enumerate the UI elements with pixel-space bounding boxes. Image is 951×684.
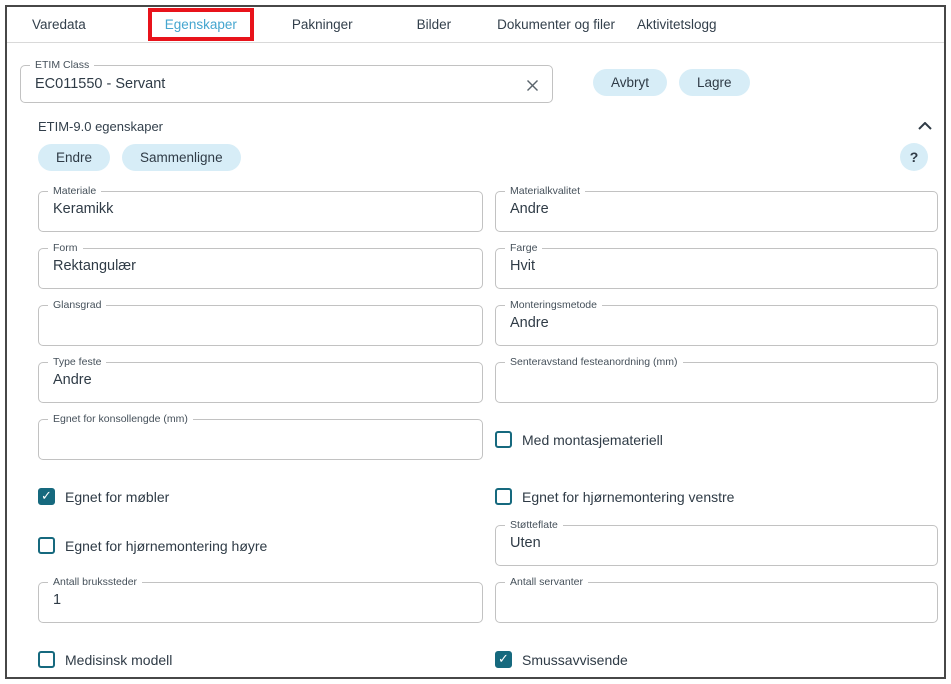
chevron-up-icon[interactable]	[916, 119, 934, 133]
field-label: Senteravstand festeanordning (mm)	[505, 356, 683, 369]
form-row: Materiale Keramikk Materialkvalitet Andr…	[38, 191, 938, 232]
checkbox-icon	[495, 651, 512, 668]
form-row: Egnet for konsollengde (mm) Med montasje…	[38, 419, 938, 460]
field-label: Materialkvalitet	[505, 185, 585, 198]
checkbox-icon	[495, 431, 512, 448]
senteravstand-field[interactable]: Senteravstand festeanordning (mm)	[495, 362, 938, 403]
checkbox-medisinsk-modell[interactable]: Medisinsk modell	[38, 639, 483, 679]
materialkvalitet-field[interactable]: Materialkvalitet Andre	[495, 191, 938, 232]
section-title: ETIM-9.0 egenskaper	[38, 119, 163, 134]
top-actions: Avbryt Lagre	[593, 69, 750, 96]
tab-bilder[interactable]: Bilder	[417, 17, 452, 32]
farge-field[interactable]: Farge Hvit	[495, 248, 938, 289]
field-value: Andre	[510, 315, 549, 331]
checkbox-icon	[38, 488, 55, 505]
form-row: Egnet for hjørnemontering høyre Støttefl…	[38, 525, 938, 566]
materiale-field[interactable]: Materiale Keramikk	[38, 191, 483, 232]
field-label: Glansgrad	[48, 299, 106, 312]
etim-properties-form: Materiale Keramikk Materialkvalitet Andr…	[38, 191, 938, 679]
etim-class-label: ETIM Class	[30, 59, 94, 72]
checkbox-egnet-for-mobler[interactable]: Egnet for møbler	[38, 476, 483, 517]
app-window: Varedata Egenskaper Pakninger Bilder Dok…	[5, 5, 946, 679]
save-button[interactable]: Lagre	[679, 69, 750, 96]
form-row: Glansgrad Monteringsmetode Andre	[38, 305, 938, 346]
screenshot-frame: Varedata Egenskaper Pakninger Bilder Dok…	[0, 0, 951, 684]
compare-button[interactable]: Sammenligne	[122, 144, 241, 171]
tab-dokumenter-og-filer[interactable]: Dokumenter og filer	[497, 17, 615, 32]
antall-brukssteder-field[interactable]: Antall brukssteder 1	[38, 582, 483, 623]
checkbox-label: Egnet for hjørnemontering venstre	[522, 489, 734, 505]
annotation-box: Egenskaper	[148, 8, 254, 41]
form-row: Medisinsk modell Smussavvisende	[38, 639, 938, 679]
help-button[interactable]: ?	[900, 143, 928, 171]
antall-servanter-field[interactable]: Antall servanter	[495, 582, 938, 623]
checkbox-hjornemontering-venstre[interactable]: Egnet for hjørnemontering venstre	[495, 476, 938, 517]
field-value: Uten	[510, 535, 541, 551]
tab-pakninger[interactable]: Pakninger	[292, 17, 353, 32]
field-value: 1	[53, 592, 61, 608]
checkbox-label: Med montasjemateriell	[522, 432, 663, 448]
field-value: Hvit	[510, 258, 535, 274]
checkbox-icon	[495, 488, 512, 505]
field-label: Form	[48, 242, 83, 255]
tab-bar: Varedata Egenskaper Pakninger Bilder Dok…	[7, 7, 944, 43]
form-field[interactable]: Form Rektangulær	[38, 248, 483, 289]
field-value: Andre	[53, 372, 92, 388]
form-row: Form Rektangulær Farge Hvit	[38, 248, 938, 289]
checkbox-icon	[38, 651, 55, 668]
stotteflate-field[interactable]: Støtteflate Uten	[495, 525, 938, 566]
field-label: Type feste	[48, 356, 106, 369]
edit-button[interactable]: Endre	[38, 144, 110, 171]
field-label: Monteringsmetode	[505, 299, 602, 312]
monteringsmetode-field[interactable]: Monteringsmetode Andre	[495, 305, 938, 346]
field-label: Farge	[505, 242, 542, 255]
field-value: Keramikk	[53, 201, 113, 217]
cancel-button[interactable]: Avbryt	[593, 69, 667, 96]
field-label: Materiale	[48, 185, 101, 198]
type-feste-field[interactable]: Type feste Andre	[38, 362, 483, 403]
tab-egenskaper[interactable]: Egenskaper	[165, 17, 237, 32]
checkbox-smussavvisende[interactable]: Smussavvisende	[495, 639, 938, 679]
form-row: Antall brukssteder 1 Antall servanter	[38, 582, 938, 623]
checkbox-label: Egnet for hjørnemontering høyre	[65, 538, 267, 554]
field-value: Rektangulær	[53, 258, 136, 274]
form-row: Egnet for møbler Egnet for hjørnemonteri…	[38, 476, 938, 517]
checkbox-label: Smussavvisende	[522, 652, 628, 668]
field-label: Støtteflate	[505, 519, 563, 532]
konsollengde-field[interactable]: Egnet for konsollengde (mm)	[38, 419, 483, 460]
form-row: Type feste Andre Senteravstand festeanor…	[38, 362, 938, 403]
clear-icon[interactable]	[524, 77, 540, 93]
field-value: Andre	[510, 201, 549, 217]
checkbox-med-montasjemateriell[interactable]: Med montasjemateriell	[495, 419, 938, 460]
field-label: Egnet for konsollengde (mm)	[48, 413, 193, 426]
tab-aktivitetslogg[interactable]: Aktivitetslogg	[637, 17, 717, 32]
glansgrad-field[interactable]: Glansgrad	[38, 305, 483, 346]
checkbox-icon	[38, 537, 55, 554]
tab-varedata[interactable]: Varedata	[32, 17, 86, 32]
field-label: Antall brukssteder	[48, 576, 142, 589]
checkbox-hjornemontering-hoyre[interactable]: Egnet for hjørnemontering høyre	[38, 525, 483, 566]
checkbox-label: Egnet for møbler	[65, 489, 169, 505]
etim-class-field[interactable]: ETIM Class EC011550 - Servant	[20, 65, 553, 103]
etim-class-value: EC011550 - Servant	[35, 76, 165, 92]
section-actions: Endre Sammenligne	[38, 144, 241, 171]
checkbox-label: Medisinsk modell	[65, 652, 172, 668]
field-label: Antall servanter	[505, 576, 588, 589]
